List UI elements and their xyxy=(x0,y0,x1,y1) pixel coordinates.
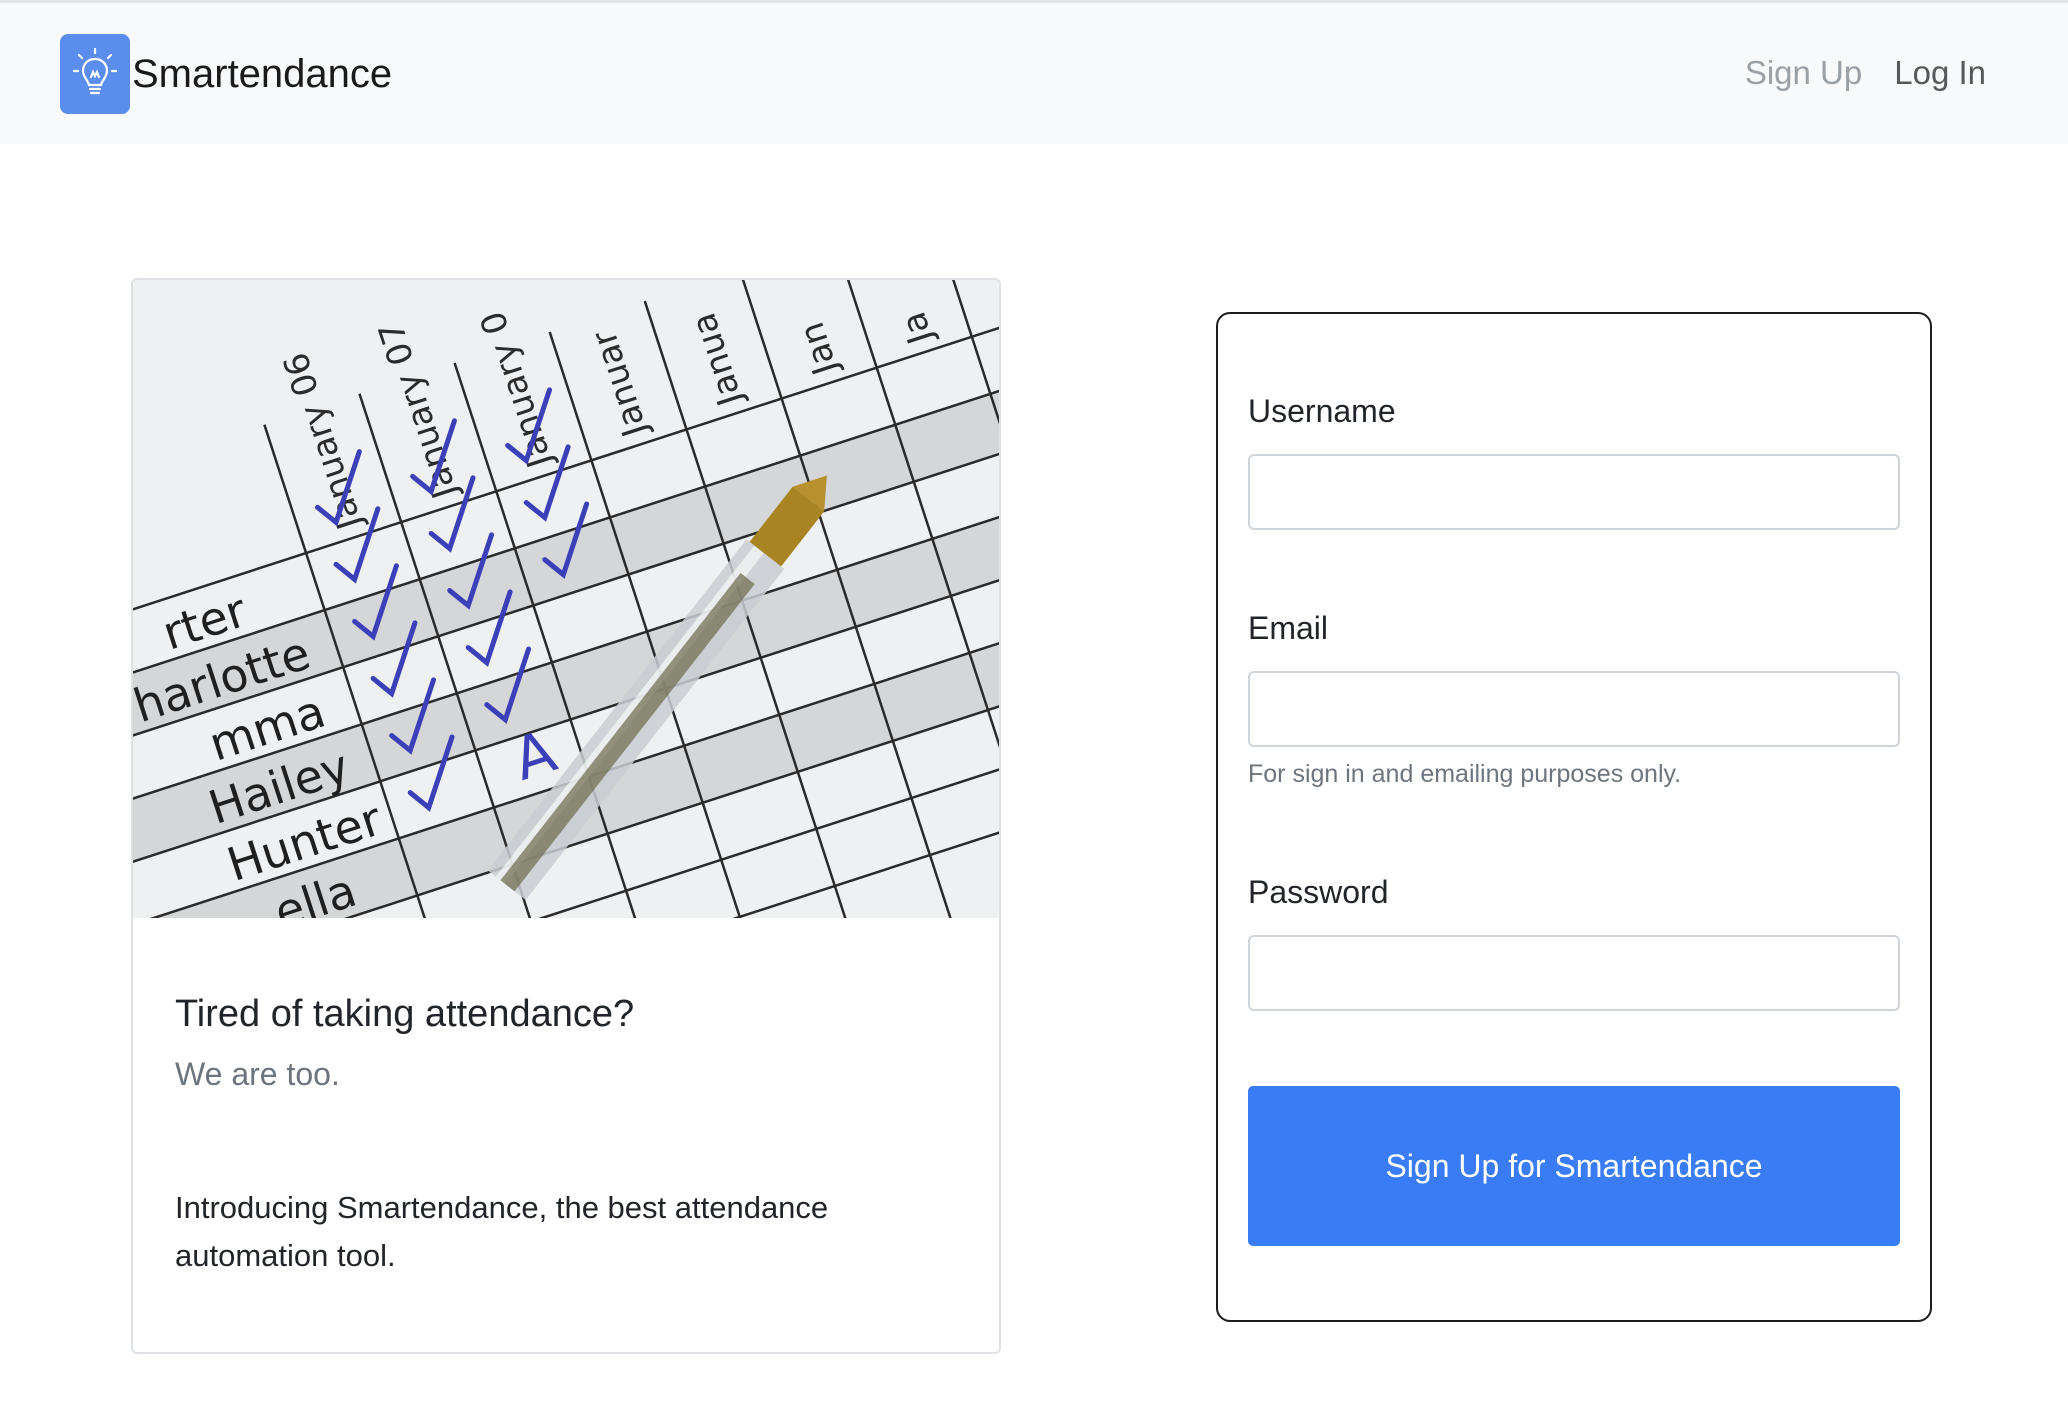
nav-log-in-link[interactable]: Log In xyxy=(1894,54,1986,92)
email-input[interactable] xyxy=(1248,671,1900,747)
brand-name: Smartendance xyxy=(132,51,393,96)
brand-link[interactable]: Smartendance xyxy=(60,34,392,114)
card-description: Introducing Smartendance, the best atten… xyxy=(175,1190,829,1273)
sign-up-submit-button[interactable]: Sign Up for Smartendance xyxy=(1248,1086,1900,1246)
email-help-text: For sign in and emailing purposes only. xyxy=(1248,760,1682,788)
username-label: Username xyxy=(1248,393,1396,429)
attendance-sheet-image: January 06 January 07 January 0 Januar J… xyxy=(133,280,999,918)
card-subtitle: We are too. xyxy=(175,1056,340,1092)
nav-sign-up-link[interactable]: Sign Up xyxy=(1745,54,1862,92)
signup-form: Username Email For sign in and emailing … xyxy=(1216,312,1932,1322)
intro-card: January 06 January 07 January 0 Januar J… xyxy=(131,278,1001,1354)
lightbulb-logo-icon xyxy=(60,34,130,114)
navbar: Smartendance Sign Up Log In xyxy=(0,3,2068,144)
username-input[interactable] xyxy=(1248,454,1900,530)
password-label: Password xyxy=(1248,874,1389,910)
nav-links: Sign Up Log In xyxy=(1745,54,1986,92)
card-title: Tired of taking attendance? xyxy=(175,993,635,1035)
password-input[interactable] xyxy=(1248,935,1900,1011)
email-label: Email xyxy=(1248,610,1329,646)
